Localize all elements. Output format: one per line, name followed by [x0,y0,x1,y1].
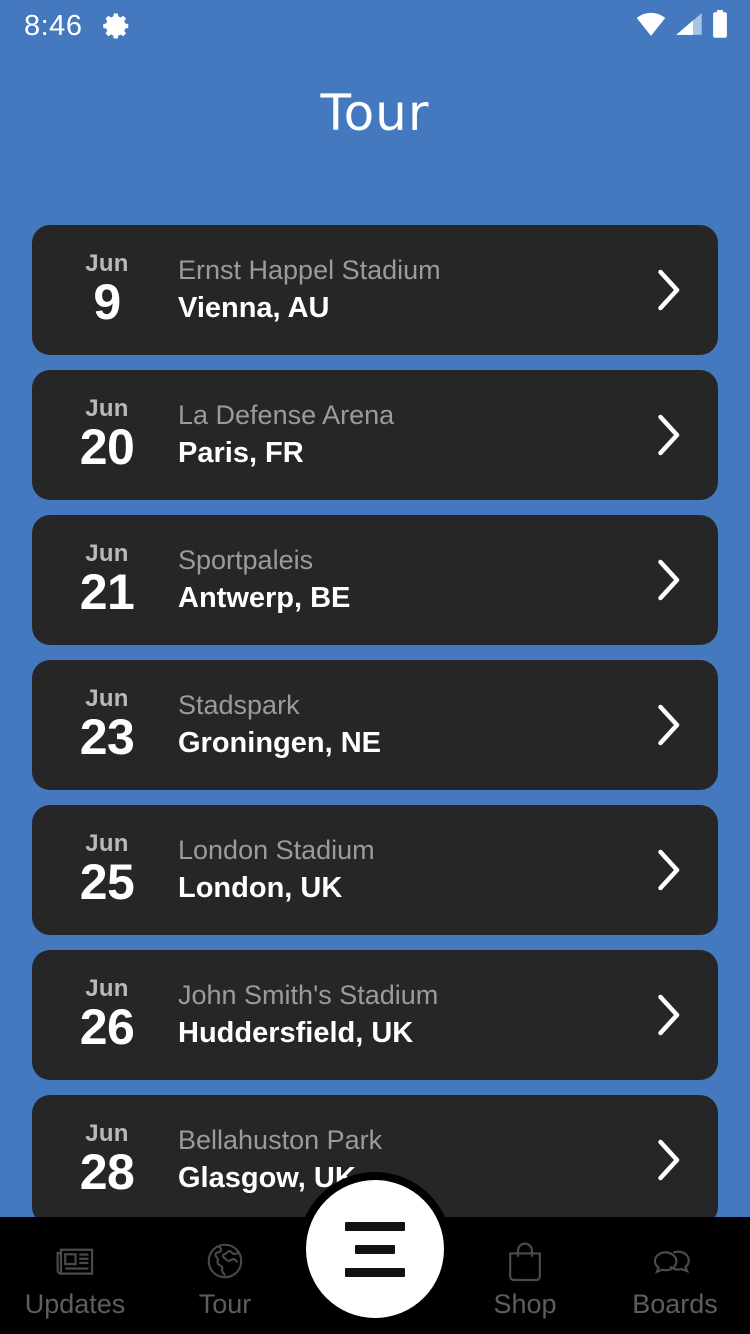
tour-date-block: Jun 26 [60,976,160,1054]
nav-label-updates: Updates [24,1289,126,1319]
tour-city: Vienna, AU [178,291,330,324]
chevron-right-icon[interactable] [644,701,692,749]
tour-date-day: 21 [79,564,135,621]
gear-icon [102,11,132,41]
status-bar: 8:46 [0,0,750,52]
nav-item-updates[interactable]: Updates [0,1217,150,1334]
menu-line-middle [355,1244,395,1254]
tour-city: Groningen, NE [178,726,381,759]
tour-city: Antwerp, BE [178,581,351,614]
nav-item-shop[interactable]: Shop [450,1217,600,1334]
chevron-right-icon[interactable] [644,1136,692,1184]
tour-date-card[interactable]: Jun 26 John Smith's Stadium Huddersfield… [32,950,718,1080]
shopping-bag-icon [505,1239,545,1283]
chevron-right-icon[interactable] [644,556,692,604]
tour-venue: London Stadium [178,835,375,866]
tour-venue: Bellahuston Park [178,1125,383,1156]
nav-item-tour[interactable]: Tour [150,1217,300,1334]
nav-item-boards[interactable]: Boards [600,1217,750,1334]
tour-date-day: 25 [79,854,135,911]
tour-date-month: Jun [85,1120,129,1148]
tour-date-block: Jun 28 [60,1121,160,1199]
menu-line-bottom [345,1267,405,1277]
tour-date-month: Jun [85,830,129,858]
chevron-right-icon[interactable] [644,266,692,314]
tour-date-day: 28 [79,1144,135,1201]
tour-date-month: Jun [85,540,129,568]
chevron-right-icon[interactable] [644,846,692,894]
status-bar-clock: 8:46 [24,9,83,42]
nav-label-tour: Tour [198,1289,252,1319]
newspaper-icon [54,1239,96,1283]
tour-venue: John Smith's Stadium [178,980,439,1011]
tour-venue: Sportpaleis [178,545,314,576]
tour-date-block: Jun 25 [60,831,160,909]
tour-date-block: Jun 20 [60,396,160,474]
tour-date-info: Ernst Happel Stadium Vienna, AU [160,252,644,328]
tour-date-block: Jun 21 [60,541,160,619]
tour-date-info: London Stadium London, UK [160,832,644,908]
tour-date-card[interactable]: Jun 20 La Defense Arena Paris, FR [32,370,718,500]
tour-date-day: 23 [79,709,135,766]
wifi-icon [636,11,666,42]
tour-date-day: 20 [79,419,135,476]
menu-line-top [345,1221,405,1231]
tour-date-list[interactable]: Jun 9 Ernst Happel Stadium Vienna, AU Ju… [0,225,750,1234]
tour-date-month: Jun [85,685,129,713]
chevron-right-icon[interactable] [644,991,692,1039]
chat-bubbles-icon [653,1239,697,1283]
tour-city: Paris, FR [178,436,304,469]
tour-city: London, UK [178,871,343,904]
tour-date-month: Jun [85,395,129,423]
tour-date-info: Stadspark Groningen, NE [160,687,644,763]
tour-date-info: La Defense Arena Paris, FR [160,397,644,473]
tour-date-block: Jun 9 [60,251,160,329]
tour-venue: La Defense Arena [178,400,395,431]
tour-date-card[interactable]: Jun 9 Ernst Happel Stadium Vienna, AU [32,225,718,355]
tour-date-card[interactable]: Jun 23 Stadspark Groningen, NE [32,660,718,790]
cellular-signal-icon [675,11,703,42]
tour-date-info: Sportpaleis Antwerp, BE [160,542,644,618]
page-title: Tour [320,84,430,142]
tour-date-block: Jun 23 [60,686,160,764]
tour-date-card[interactable]: Jun 21 Sportpaleis Antwerp, BE [32,515,718,645]
tour-date-info: John Smith's Stadium Huddersfield, UK [160,977,644,1053]
floating-action-button-wrapper[interactable] [306,1180,444,1318]
tour-date-day: 26 [79,999,135,1056]
globe-icon [204,1239,246,1283]
menu-lines-icon[interactable] [306,1180,444,1318]
tour-date-month: Jun [85,250,129,278]
chevron-right-icon[interactable] [644,411,692,459]
tour-date-day: 9 [93,274,121,331]
tour-city: Huddersfield, UK [178,1016,414,1049]
status-bar-indicators [636,9,728,43]
battery-full-icon [712,9,728,43]
tour-date-card[interactable]: Jun 25 London Stadium London, UK [32,805,718,935]
tour-venue: Ernst Happel Stadium [178,255,441,286]
tour-date-month: Jun [85,975,129,1003]
tour-venue: Stadspark [178,690,300,721]
nav-label-boards: Boards [632,1289,718,1319]
nav-label-shop: Shop [493,1289,557,1319]
